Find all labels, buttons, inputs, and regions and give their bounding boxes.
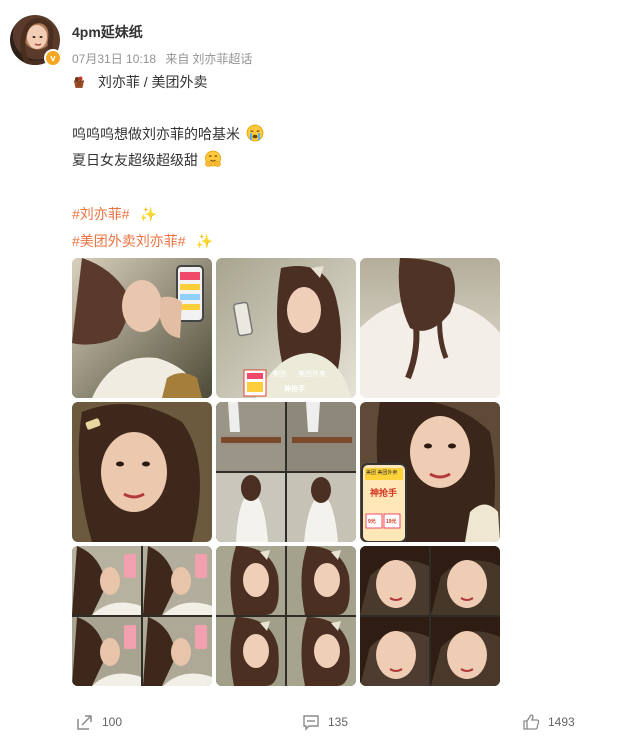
smiling-hands-icon xyxy=(204,150,221,167)
comment-icon xyxy=(303,715,319,731)
image-tile-3[interactable] xyxy=(360,258,500,398)
topic-chip-label: 刘亦菲 / 美团外卖 xyxy=(97,74,208,90)
photo-collage-hairclip xyxy=(216,546,356,686)
sticker-text-bottom: 神抢手 xyxy=(284,386,305,393)
sparkles-icon: ✨ xyxy=(195,233,213,249)
phone-tag-1: 9元 xyxy=(368,519,376,525)
image-tile-9[interactable] xyxy=(360,546,500,686)
source-prefix: 来自 xyxy=(165,52,190,66)
image-tile-4[interactable] xyxy=(72,402,212,542)
image-tile-2[interactable]: 美团 美团外卖 神抢手 xyxy=(216,258,356,398)
thumbs-up-icon xyxy=(523,714,540,730)
photo-girl-portrait xyxy=(72,402,212,542)
post-text: 夏日女友超级超级甜 xyxy=(72,152,198,168)
photo-collage-closeup xyxy=(360,546,500,686)
sparkles-icon: ✨ xyxy=(139,206,157,222)
phone-tag-2: 19元 xyxy=(386,519,397,525)
author-name[interactable]: 4pm延妹纸 xyxy=(72,22,143,42)
topic-chip[interactable]: 刘亦菲 / 美团外卖 xyxy=(72,72,208,92)
verified-badge: v xyxy=(44,49,62,67)
phone-app-headline: 神抢手 xyxy=(370,488,398,498)
image-grid: 美团 美团外卖 神抢手 美团 美团外卖 神抢手 9元 19元 xyxy=(72,258,502,688)
repost-icon xyxy=(77,715,92,730)
image-tile-8[interactable] xyxy=(216,546,356,686)
photo-collage-table-scene xyxy=(216,402,356,542)
repost-count: 100 xyxy=(102,715,123,729)
crying-face-icon xyxy=(246,124,264,142)
post-timestamp[interactable]: 07月31日 10:18 xyxy=(72,52,156,66)
image-tile-7[interactable] xyxy=(72,546,212,686)
photo-collage-eating xyxy=(72,546,212,686)
source-link[interactable]: 刘亦菲超话 xyxy=(192,52,252,66)
like-button[interactable]: 1493 xyxy=(522,712,575,732)
author-avatar[interactable]: v xyxy=(10,15,62,67)
post-text-line-2: 夏日女友超级超级甜 xyxy=(72,150,222,170)
photo-girl-with-phone xyxy=(72,258,212,398)
post-text-line-1: 呜呜呜想做刘亦菲的哈基米 xyxy=(72,124,264,144)
comment-count: 135 xyxy=(328,715,349,729)
hashtag-link[interactable]: #美团外卖刘亦菲# xyxy=(72,233,186,249)
sticker-text-right: 美团外卖 xyxy=(298,371,326,378)
hashtag-link[interactable]: #刘亦菲# xyxy=(72,206,130,222)
post-meta: 07月31日 10:18 来自 刘亦菲超话 xyxy=(72,50,258,67)
weibo-post: v 4pm延妹纸 07月31日 10:18 来自 刘亦菲超话 刘亦菲 / 美团外卖… xyxy=(0,0,625,736)
repost-button[interactable]: 100 xyxy=(76,712,122,732)
hashtag-line-2: #美团外卖刘亦菲# ✨ xyxy=(72,231,213,251)
image-tile-6[interactable]: 美团 美团外卖 神抢手 9元 19元 xyxy=(360,402,500,542)
image-tile-5[interactable] xyxy=(216,402,356,542)
post-text: 呜呜呜想做刘亦菲的哈基米 xyxy=(72,126,240,142)
phone-app-title: 美团 美团外卖 xyxy=(366,470,398,476)
comment-button[interactable]: 135 xyxy=(302,712,348,732)
image-tile-1[interactable] xyxy=(72,258,212,398)
cookie-basket-icon xyxy=(74,76,84,88)
photo-girl-back-view xyxy=(360,258,500,398)
hashtag-line-1: #刘亦菲# ✨ xyxy=(72,204,157,224)
like-count: 1493 xyxy=(548,715,575,729)
